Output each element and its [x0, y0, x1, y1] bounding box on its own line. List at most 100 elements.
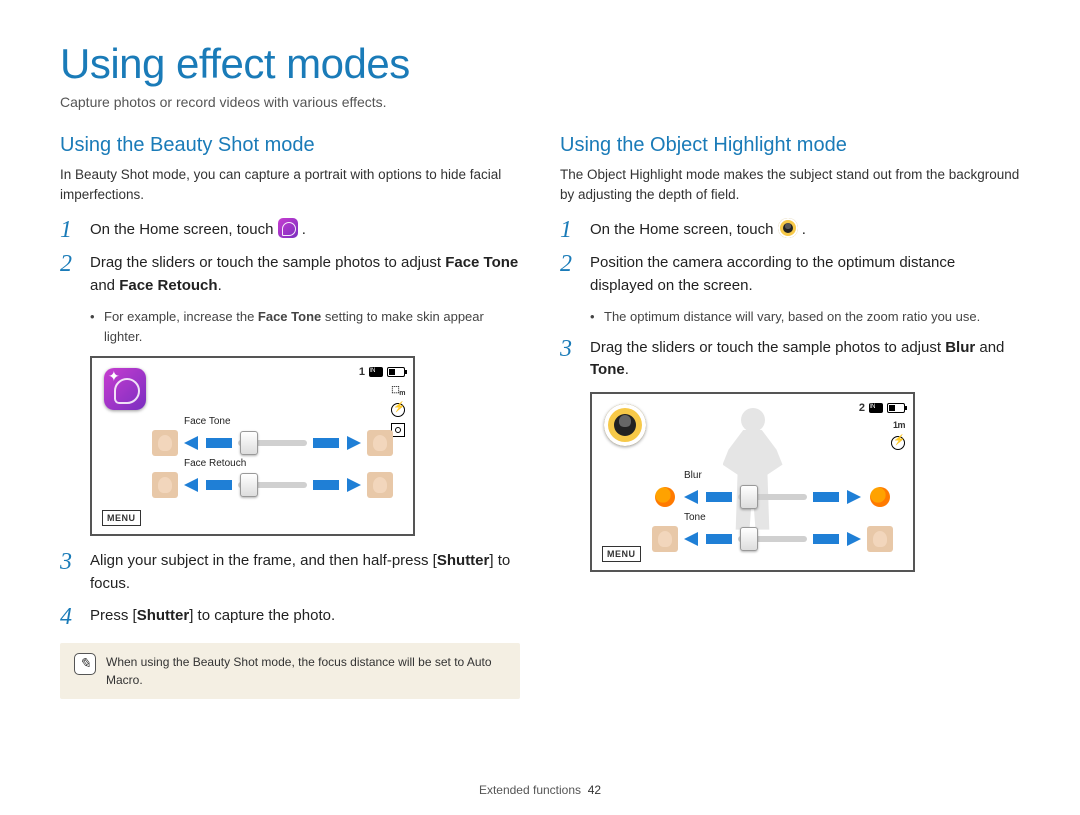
slider-knob[interactable]: [740, 527, 758, 551]
step-4-left: 4 Press [Shutter] to capture the photo.: [60, 605, 520, 629]
bullet-dot-icon: •: [90, 307, 96, 346]
arrow-right-icon: [847, 532, 861, 546]
beauty-screenshot: 1 ⬚m Face Tone Face Retouch: [90, 356, 415, 536]
shot-count: 1: [359, 366, 365, 378]
bullet-left: • For example, increase the Face Tone se…: [60, 307, 520, 346]
focus-icon: [391, 423, 405, 437]
footer-section: Extended functions: [479, 783, 581, 797]
sample-thumb: [152, 430, 178, 456]
slider-track[interactable]: [738, 494, 807, 500]
s4a: Press [: [90, 607, 137, 624]
flash-icon: [891, 436, 905, 450]
sample-thumb: [367, 430, 393, 456]
step-2-right: 2 Position the camera according to the o…: [560, 252, 1020, 297]
footer-page: 42: [588, 783, 601, 797]
s3a: Align your subject in the frame, and the…: [90, 552, 437, 569]
right-column: Using the Object Highlight mode The Obje…: [560, 134, 1020, 699]
slider2-label: Face Retouch: [184, 458, 246, 469]
slider-knob[interactable]: [240, 431, 258, 455]
object-desc: The Object Highlight mode makes the subj…: [560, 165, 1020, 204]
step2-mid: and: [90, 277, 119, 294]
face-tone-label: Face Tone: [445, 254, 518, 271]
step2-text-a: Drag the sliders or touch the sample pho…: [90, 254, 445, 271]
r-s1-pre: On the Home screen, touch: [590, 221, 778, 238]
note-box: ✎ When using the Beauty Shot mode, the f…: [60, 643, 520, 699]
note-text: When using the Beauty Shot mode, the foc…: [106, 653, 506, 689]
arrow-right-icon: [347, 478, 361, 492]
bullet-a: For example, increase the: [104, 309, 258, 324]
step1-text-post: .: [302, 221, 306, 238]
slider-track[interactable]: [238, 482, 307, 488]
beauty-desc: In Beauty Shot mode, you can capture a p…: [60, 165, 520, 204]
resolution-label: 1m: [893, 420, 905, 430]
sample-thumb: [152, 472, 178, 498]
step-number: 4: [60, 605, 78, 629]
battery-icon: [387, 367, 405, 377]
beauty-mode-icon: [104, 368, 146, 410]
r-s3a: Drag the sliders or touch the sample pho…: [590, 339, 945, 356]
left-column: Using the Beauty Shot mode In Beauty Sho…: [60, 134, 520, 699]
slider-track[interactable]: [238, 440, 307, 446]
slider-track[interactable]: [738, 536, 807, 542]
page-footer: Extended functions 42: [0, 783, 1080, 797]
resolution-icon: ⬚m: [391, 384, 405, 397]
arrow-left-icon: [184, 436, 198, 450]
bullet-b: Face Tone: [258, 309, 321, 324]
slider2-label: Tone: [684, 512, 706, 523]
menu-button[interactable]: MENU: [102, 510, 141, 526]
arrow-left-icon: [684, 532, 698, 546]
sample-thumb: [652, 484, 678, 510]
slider-knob[interactable]: [740, 485, 758, 509]
step-number: 3: [60, 550, 78, 595]
menu-button[interactable]: MENU: [602, 546, 641, 562]
status-area: 2 1m: [859, 402, 905, 450]
r-s1-post: .: [802, 221, 806, 238]
arrow-left-icon: [684, 490, 698, 504]
page-subtitle: Capture photos or record videos with var…: [60, 94, 1020, 110]
step-3-right: 3 Drag the sliders or touch the sample p…: [560, 337, 1020, 382]
arrow-right-icon: [847, 490, 861, 504]
object-screenshot: 2 1m Blur Tone: [590, 392, 915, 572]
step2-c: .: [218, 277, 222, 294]
step-1-right: 1 On the Home screen, touch .: [560, 218, 1020, 242]
step-number: 2: [60, 252, 78, 297]
r-bullet: The optimum distance will vary, based on…: [604, 307, 980, 327]
status-area: 1 ⬚m: [359, 366, 405, 437]
step-number: 2: [560, 252, 578, 297]
tone-label: Tone: [590, 361, 625, 378]
sample-thumb: [367, 472, 393, 498]
slider1-label: Blur: [684, 470, 702, 481]
slider1-label: Face Tone: [184, 416, 231, 427]
bullet-dot-icon: •: [590, 307, 596, 327]
blur-label: Blur: [945, 339, 975, 356]
step-number: 3: [560, 337, 578, 382]
sample-thumb: [867, 484, 893, 510]
r-s3mid: and: [975, 339, 1004, 356]
arrow-left-icon: [184, 478, 198, 492]
r-s2: Position the camera according to the opt…: [590, 252, 1020, 297]
beauty-shot-icon: [278, 218, 298, 238]
step-3-left: 3 Align your subject in the frame, and t…: [60, 550, 520, 595]
step-2-left: 2 Drag the sliders or touch the sample p…: [60, 252, 520, 297]
slider-knob[interactable]: [240, 473, 258, 497]
step-1-left: 1 On the Home screen, touch .: [60, 218, 520, 242]
sample-thumb: [867, 526, 893, 552]
object-heading: Using the Object Highlight mode: [560, 134, 1020, 157]
r-s3c: .: [625, 361, 629, 378]
s4b: Shutter: [137, 607, 190, 624]
arrow-right-icon: [347, 436, 361, 450]
object-highlight-icon: [778, 218, 798, 238]
flash-icon: [391, 403, 405, 417]
note-icon: ✎: [74, 653, 96, 675]
storage-icon: [869, 403, 883, 413]
sample-thumb: [652, 526, 678, 552]
step-number: 1: [560, 218, 578, 242]
battery-icon: [887, 403, 905, 413]
face-retouch-label: Face Retouch: [119, 277, 217, 294]
step1-text-pre: On the Home screen, touch: [90, 221, 278, 238]
step-number: 1: [60, 218, 78, 242]
page-title: Using effect modes: [60, 40, 1020, 88]
storage-icon: [369, 367, 383, 377]
beauty-heading: Using the Beauty Shot mode: [60, 134, 520, 157]
object-mode-icon: [604, 404, 646, 446]
